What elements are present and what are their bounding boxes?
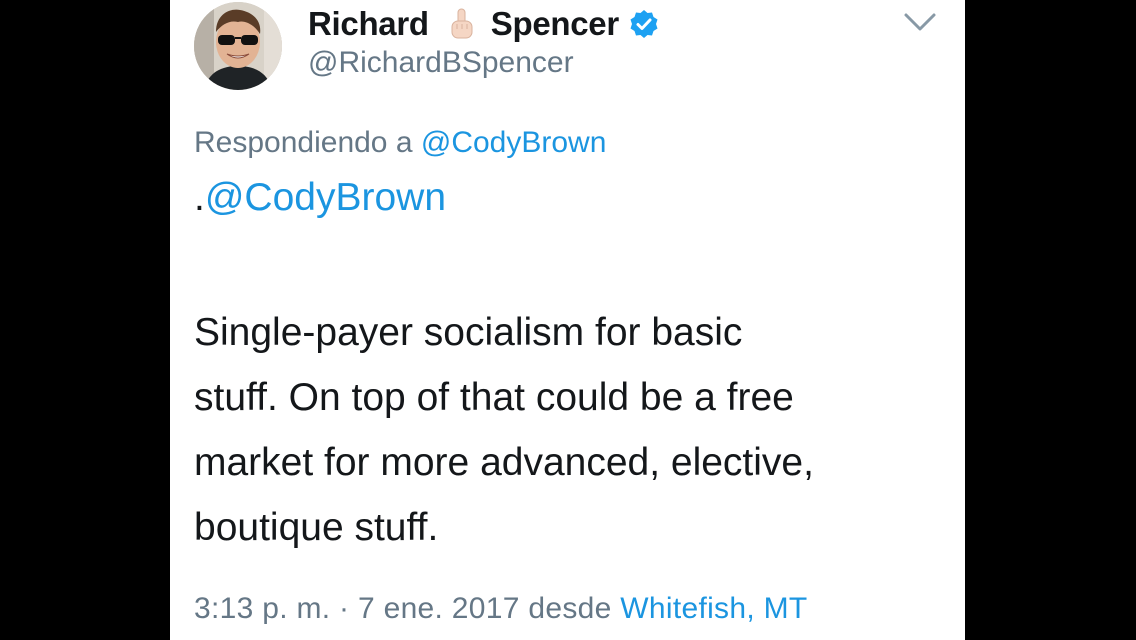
screen: Richard Spencer @RichardBSpencer Respond… <box>0 0 1136 640</box>
replying-to-mention-link[interactable]: @CodyBrown <box>421 126 607 159</box>
replying-to-line: Respondiendo a @CodyBrown <box>194 126 606 160</box>
tweet-mention-line: .@CodyBrown <box>194 176 446 220</box>
tweet-body: Single-payer socialism for basic stuff. … <box>194 300 954 560</box>
author-handle[interactable]: @RichardBSpencer <box>308 46 574 80</box>
location-link[interactable]: Whitefish, MT <box>620 592 807 625</box>
body-mention-link[interactable]: @CodyBrown <box>205 176 446 219</box>
tweet-body-line: boutique stuff. <box>194 506 439 549</box>
author-name-row[interactable]: Richard Spencer <box>308 4 659 44</box>
tweet-body-line: Single-payer socialism for basic <box>194 311 743 354</box>
tweet-metadata: 3:13 p. m. · 7 ene. 2017 desde Whitefish… <box>194 592 808 626</box>
tweet-body-line: market for more advanced, elective, <box>194 441 814 484</box>
chevron-down-icon[interactable] <box>902 10 938 34</box>
author-first-name[interactable]: Richard <box>308 5 429 43</box>
avatar[interactable] <box>194 2 282 90</box>
tweet-body-line: stuff. On top of that could be a free <box>194 376 794 419</box>
replying-to-prefix: Respondiendo a <box>194 126 413 159</box>
verified-badge-icon <box>629 9 659 39</box>
tweet-timestamp[interactable]: 3:13 p. m. · 7 ene. 2017 desde <box>194 592 612 625</box>
author-last-name[interactable]: Spencer <box>491 5 619 43</box>
mention-dot: . <box>194 176 205 219</box>
pointing-up-hand-icon <box>445 7 479 41</box>
tweet-card: Richard Spencer @RichardBSpencer Respond… <box>170 0 965 640</box>
